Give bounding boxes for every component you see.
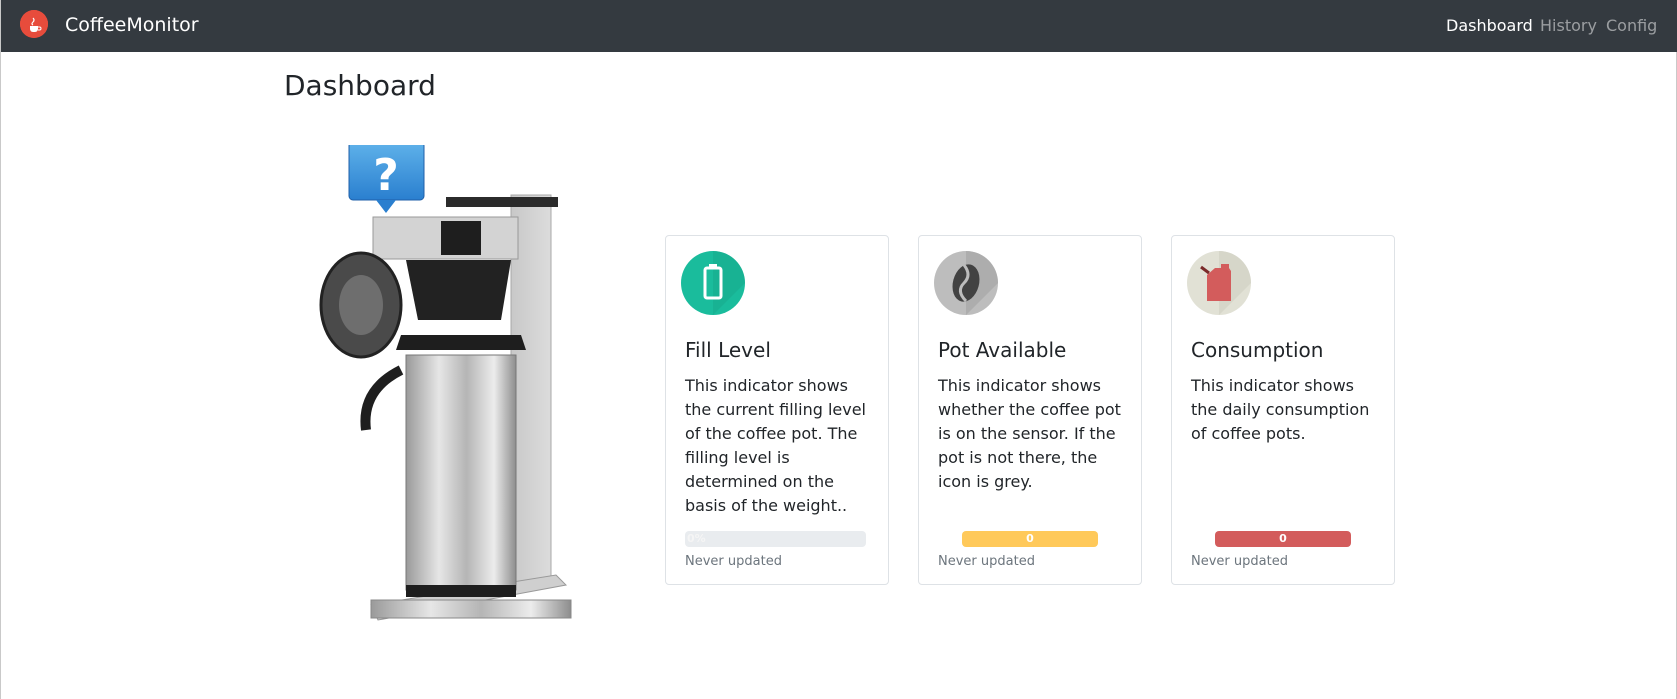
coffee-logo-icon[interactable] <box>20 10 48 38</box>
card-consumption: Consumption This indicator shows the dai… <box>1171 235 1395 585</box>
fill-level-progress-label: 0% <box>687 532 706 545</box>
consumption-progress: 0 <box>1215 531 1351 547</box>
pot-available-progress: 0 <box>962 531 1098 547</box>
card-pot-available: Pot Available This indicator shows wheth… <box>918 235 1142 585</box>
card-description: This indicator shows the daily consumpti… <box>1191 376 1370 443</box>
page-title: Dashboard <box>284 69 436 102</box>
consumption-progress-label: 0 <box>1215 531 1351 547</box>
card-title: Pot Available <box>938 338 1067 362</box>
brand-name[interactable]: CoffeeMonitor <box>65 14 199 36</box>
last-updated-text: Never updated <box>1191 554 1288 569</box>
card-fill-level: Fill Level This indicator shows the curr… <box>665 235 889 585</box>
card-title: Consumption <box>1191 338 1324 362</box>
last-updated-text: Never updated <box>685 554 782 569</box>
nav-config[interactable]: Config <box>1606 16 1657 35</box>
svg-text:?: ? <box>373 150 399 201</box>
card-description: This indicator shows whether the coffee … <box>938 376 1121 491</box>
card-description: This indicator shows the current filling… <box>685 376 866 515</box>
coffee-machine-image: ? <box>306 141 606 645</box>
last-updated-text: Never updated <box>938 554 1035 569</box>
navbar: CoffeeMonitor Dashboard History Config <box>1 0 1677 52</box>
coffee-bean-icon <box>934 251 998 315</box>
card-title: Fill Level <box>685 338 771 362</box>
nav-dashboard[interactable]: Dashboard <box>1446 16 1533 35</box>
nav-history[interactable]: History <box>1540 16 1597 35</box>
battery-icon <box>681 251 745 315</box>
fuel-can-icon <box>1187 251 1251 315</box>
pot-available-progress-label: 0 <box>962 531 1098 547</box>
fill-level-progress: 0% <box>685 531 866 547</box>
